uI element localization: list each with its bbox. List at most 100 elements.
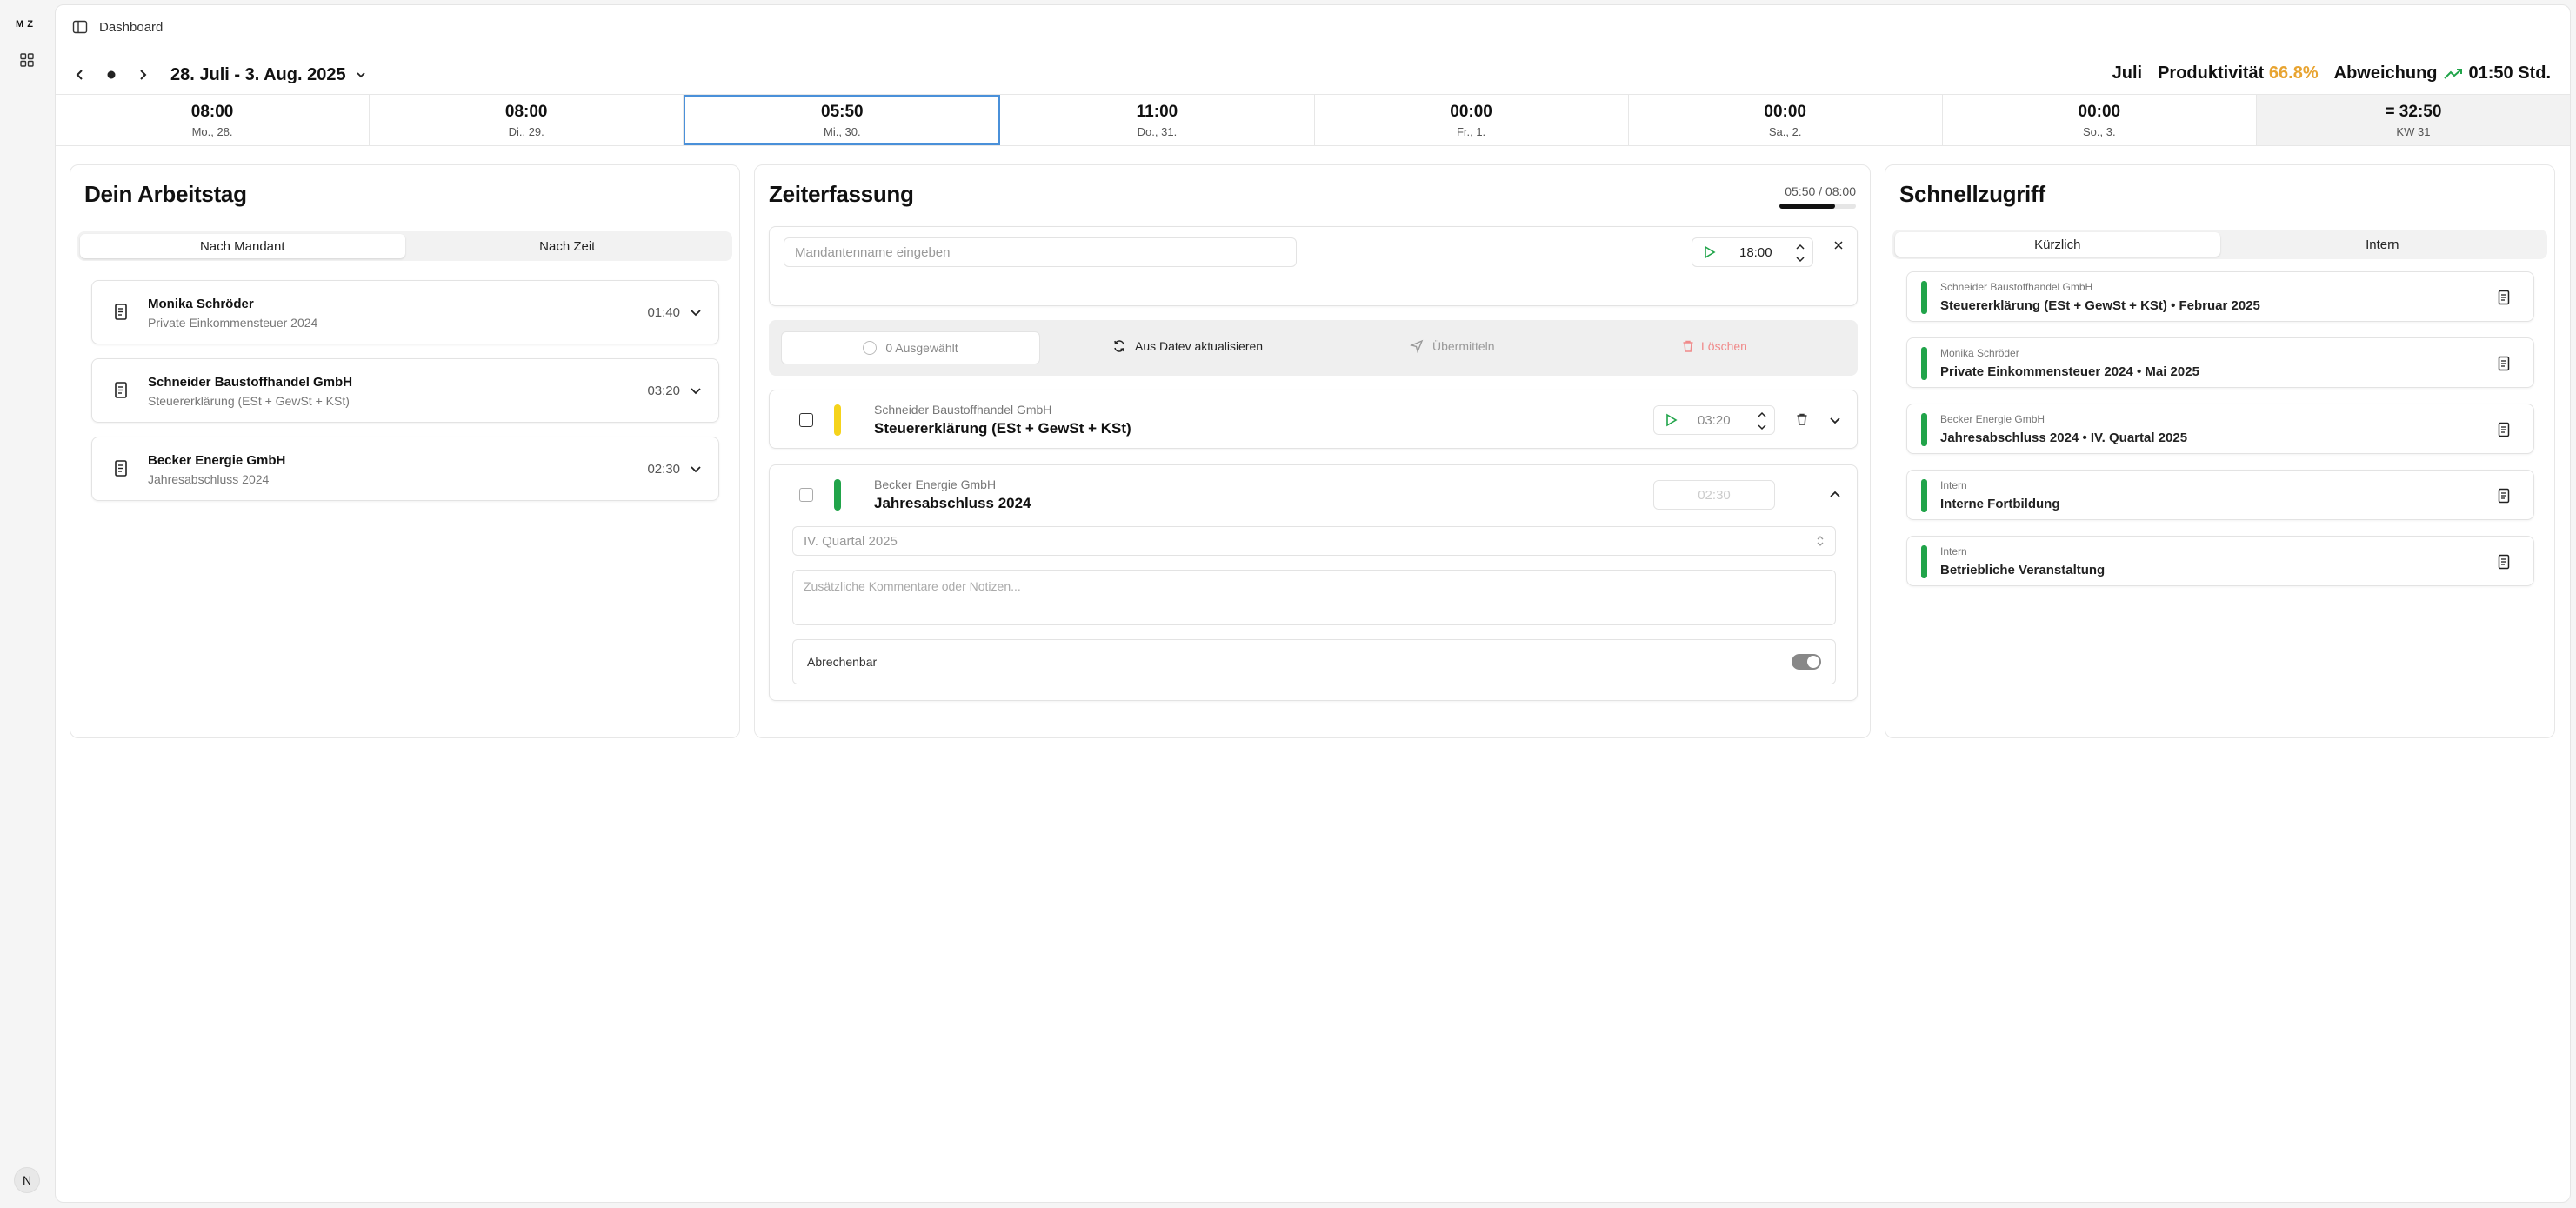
item-color-bar (1921, 347, 1927, 380)
item-color-bar (1921, 545, 1927, 578)
entry-checkbox[interactable] (799, 488, 813, 502)
client-group[interactable]: Monika Schröder Private Einkommensteuer … (91, 280, 719, 344)
quick-access-item[interactable]: Intern Interne Fortbildung (1906, 470, 2534, 520)
billable-label: Abrechenbar (807, 655, 878, 669)
play-icon[interactable] (1663, 412, 1678, 428)
breadcrumb[interactable]: Dashboard (99, 20, 163, 35)
submit-button[interactable]: Übermitteln (1410, 339, 1495, 353)
week-total-hours: = 32:50 (2385, 102, 2442, 121)
entry-title: Jahresabschluss 2024 (874, 495, 1031, 511)
delete-label: Löschen (1701, 339, 1747, 353)
week-navigation: 28. Juli - 3. Aug. 2025 Juli Produktivit… (56, 53, 2570, 97)
app-logo[interactable]: M Z (16, 19, 33, 30)
quick-access-item[interactable]: Intern Betriebliche Veranstaltung (1906, 536, 2534, 586)
date-range-picker[interactable]: 28. Juli - 3. Aug. 2025 (170, 65, 367, 85)
item-title: Interne Fortbildung (1940, 497, 2060, 511)
tab-nach-mandant[interactable]: Nach Mandant (80, 234, 405, 258)
document-icon[interactable] (2497, 554, 2511, 570)
item-client: Intern (1940, 479, 1967, 491)
day-progress-fill (1779, 204, 1836, 209)
period-select[interactable]: IV. Quartal 2025 (792, 526, 1836, 556)
new-entry-time[interactable]: 18:00 (1692, 237, 1813, 267)
trash-icon[interactable] (1796, 412, 1808, 426)
tab-intern[interactable]: Intern (2220, 232, 2546, 257)
day-tuesday[interactable]: 08:00 Di., 29. (370, 95, 684, 145)
client-group[interactable]: Schneider Baustoffhandel GmbH Steuererkl… (91, 358, 719, 423)
client-name: Becker Energie GmbH (148, 453, 286, 468)
document-icon[interactable] (2497, 422, 2511, 437)
day-friday[interactable]: 00:00 Fr., 1. (1315, 95, 1629, 145)
day-hours: 11:00 (1136, 102, 1178, 121)
zeiterfassung-panel: Zeiterfassung 05:50 / 08:00 Mandantennam… (754, 164, 1871, 738)
document-icon[interactable] (2497, 290, 2511, 305)
client-search-input[interactable]: Mandantenname eingeben (784, 237, 1297, 267)
entry-checkbox[interactable] (799, 413, 813, 427)
new-entry-card: Mandantenname eingeben 18:00 (769, 226, 1858, 306)
item-title: Steuererklärung (ESt + GewSt + KSt) • Fe… (1940, 298, 2260, 313)
send-icon (1410, 339, 1424, 353)
client-group[interactable]: Becker Energie GmbH Jahresabschluss 2024… (91, 437, 719, 501)
day-saturday[interactable]: 00:00 Sa., 2. (1629, 95, 1943, 145)
day-hours: 08:00 (504, 102, 548, 121)
client-name: Schneider Baustoffhandel GmbH (148, 375, 353, 390)
entry-time[interactable]: 03:20 (1653, 405, 1775, 435)
tab-kuerzlich[interactable]: Kürzlich (1895, 232, 2220, 257)
quick-access-item[interactable]: Monika Schröder Private Einkommensteuer … (1906, 337, 2534, 388)
day-monday[interactable]: 08:00 Mo., 28. (56, 95, 370, 145)
submit-label: Übermitteln (1432, 339, 1495, 353)
comment-textarea[interactable]: Zusätzliche Kommentare oder Notizen... (792, 570, 1836, 625)
entry-time[interactable]: 02:30 (1653, 480, 1775, 510)
group-by-toggle: Nach Mandant Nach Zeit (77, 231, 732, 261)
day-thursday[interactable]: 11:00 Do., 31. (1000, 95, 1315, 145)
day-hours: 00:00 (1764, 102, 1806, 121)
deviation-value: 01:50 Std. (2468, 63, 2551, 83)
trash-icon (1682, 339, 1694, 353)
item-color-bar (1921, 413, 1927, 446)
select-all[interactable]: 0 Ausgewählt (781, 331, 1040, 364)
day-label: Fr., 1. (1456, 124, 1486, 138)
client-time: 01:40 (647, 305, 680, 320)
date-range-label: 28. Juli - 3. Aug. 2025 (170, 64, 346, 84)
prev-week-button[interactable] (68, 63, 92, 87)
day-hours: 05:50 (821, 102, 864, 121)
quick-access-item[interactable]: Becker Energie GmbH Jahresabschluss 2024… (1906, 404, 2534, 454)
client-task: Private Einkommensteuer 2024 (148, 316, 318, 330)
datev-refresh-label: Aus Datev aktualisieren (1135, 339, 1264, 353)
stepper-icon[interactable] (1757, 410, 1767, 432)
productivity-value: 66.8% (2268, 63, 2319, 83)
entry-color-bar (834, 404, 841, 436)
arbeitstag-panel: Dein Arbeitstag Nach Mandant Nach Zeit M… (70, 164, 740, 738)
trending-up-icon (2443, 67, 2464, 81)
week-number: KW 31 (2396, 124, 2431, 138)
chevron-down-icon[interactable] (1828, 413, 1842, 427)
next-week-button[interactable] (130, 63, 155, 87)
day-wednesday[interactable]: 05:50 Mi., 30. (684, 95, 1001, 145)
tab-nach-zeit[interactable]: Nach Zeit (405, 234, 731, 258)
apps-grid-icon[interactable] (19, 52, 35, 68)
time-entry[interactable]: Schneider Baustoffhandel GmbH Steuererkl… (769, 390, 1858, 449)
chevron-down-icon[interactable] (689, 462, 703, 476)
billable-toggle[interactable] (1792, 654, 1821, 670)
chevron-up-icon[interactable] (1828, 488, 1842, 502)
stepper-icon[interactable] (1795, 242, 1805, 264)
chevron-down-icon[interactable] (689, 384, 703, 397)
document-icon[interactable] (2497, 356, 2511, 371)
delete-button[interactable]: Löschen (1682, 339, 1747, 353)
today-button[interactable] (99, 63, 123, 87)
panel-title: Schnellzugriff (1899, 181, 2045, 207)
document-icon[interactable] (2497, 488, 2511, 504)
play-icon[interactable] (1701, 244, 1717, 260)
select-all-circle (863, 341, 878, 355)
sidebar-toggle-icon[interactable] (71, 18, 89, 36)
day-sunday[interactable]: 00:00 So., 3. (1943, 95, 2257, 145)
close-icon[interactable] (1832, 239, 1845, 251)
chevron-down-icon[interactable] (689, 305, 703, 319)
user-avatar[interactable]: N (14, 1167, 40, 1193)
quick-access-item[interactable]: Schneider Baustoffhandel GmbH Steuererkl… (1906, 271, 2534, 322)
app-rail: M Z N (0, 0, 54, 1208)
chevron-down-icon (355, 69, 367, 81)
time-entry-expanded[interactable]: Becker Energie GmbH Jahresabschluss 2024… (769, 464, 1858, 701)
days-strip: 08:00 Mo., 28. 08:00 Di., 29. 05:50 Mi., 30… (56, 94, 2570, 146)
day-progress-text: 05:50 / 08:00 (1785, 184, 1856, 198)
datev-refresh-button[interactable]: Aus Datev aktualisieren (1112, 339, 1263, 353)
